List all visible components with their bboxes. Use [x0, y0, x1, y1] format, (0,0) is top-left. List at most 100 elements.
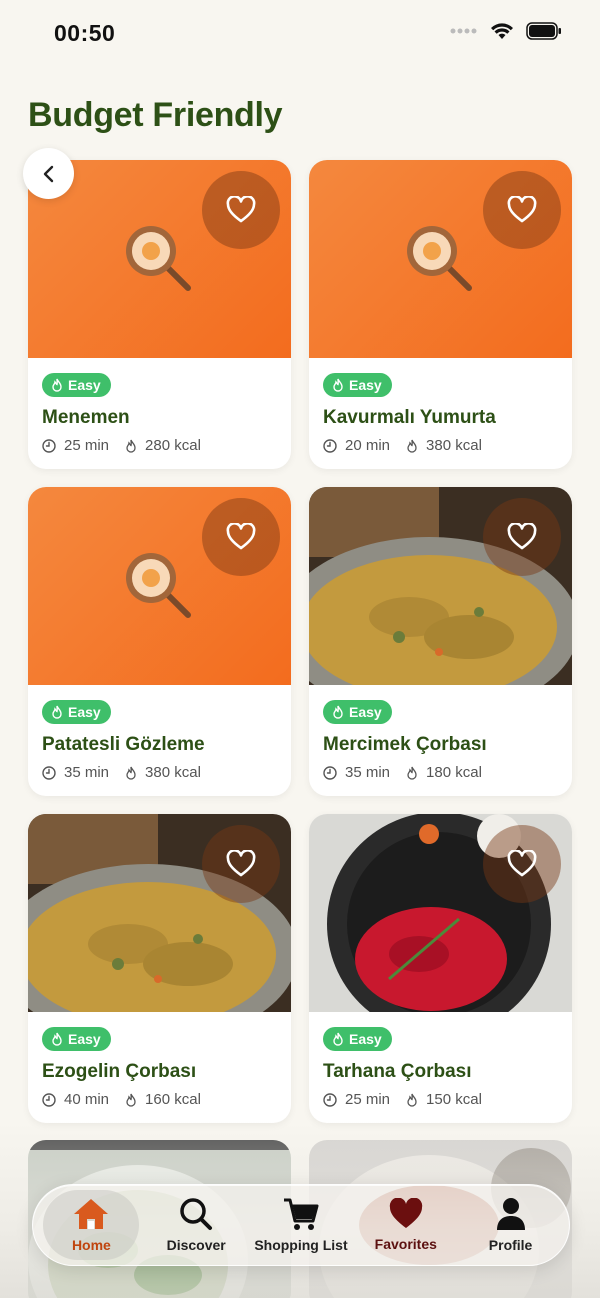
recipe-card[interactable]: Easy Tarhana Çorbası 25 min 150 kcal [309, 814, 572, 1123]
clock-icon [323, 765, 337, 780]
recipe-calories-text: 180 kcal [426, 764, 482, 781]
recipe-card[interactable]: Easy Ezogelin Çorbası 40 min 160 kcal [28, 814, 291, 1123]
recipe-time: 35 min [42, 764, 109, 781]
flame-icon [407, 439, 417, 453]
favorite-button[interactable] [202, 825, 280, 903]
flame-icon [407, 766, 417, 780]
recipe-time: 25 min [323, 1091, 390, 1108]
recipe-card[interactable]: Easy Mercimek Çorbası 35 min 180 kcal [309, 487, 572, 796]
difficulty-badge: Easy [323, 700, 392, 724]
recipe-calories: 380 kcal [406, 437, 482, 454]
search-icon [180, 1198, 213, 1230]
recipe-time: 20 min [323, 437, 390, 454]
clock-icon [323, 438, 337, 453]
heart-outline-icon [226, 850, 256, 877]
recipe-time: 40 min [42, 1091, 109, 1108]
heart-outline-icon [507, 523, 537, 550]
difficulty-label: Easy [349, 1031, 382, 1047]
recipe-time-text: 25 min [64, 437, 110, 454]
heart-icon [389, 1198, 422, 1228]
difficulty-label: Easy [68, 377, 101, 393]
recipe-card-body: Easy Mercimek Çorbası 35 min 180 kcal [309, 685, 572, 781]
status-time: 00:50 [54, 20, 116, 46]
back-button[interactable] [23, 148, 74, 199]
tab-bar: Home Discover Shopping List Favorites Profil… [32, 1184, 570, 1266]
difficulty-label: Easy [68, 1031, 101, 1047]
clock-icon [42, 765, 56, 780]
recipe-grid: Easy Menemen 25 min 280 kcal Easy Kavurm… [28, 160, 572, 1123]
recipe-card[interactable]: Easy Patatesli Gözleme 35 min 380 kcal [28, 487, 291, 796]
tab-shopping-list[interactable]: Shopping List [253, 1190, 349, 1260]
recipe-calories-text: 380 kcal [426, 437, 482, 454]
difficulty-badge: Easy [42, 1027, 111, 1051]
tab-label: Shopping List [254, 1237, 348, 1253]
recipe-time-text: 25 min [345, 1091, 391, 1108]
tab-favorites[interactable]: Favorites [358, 1190, 454, 1260]
flame-icon [407, 1093, 417, 1107]
person-icon [496, 1198, 525, 1230]
recipe-calories-text: 160 kcal [145, 1091, 201, 1108]
recipe-card-body: Easy Ezogelin Çorbası 40 min 160 kcal [28, 1012, 291, 1108]
recipe-card[interactable]: Easy Menemen 25 min 280 kcal [28, 160, 291, 469]
cart-icon [283, 1198, 319, 1230]
home-icon [74, 1199, 109, 1229]
recipe-meta: 35 min 180 kcal [323, 764, 558, 781]
recipe-calories: 280 kcal [125, 437, 201, 454]
clock-icon [42, 438, 56, 453]
recipe-card-body: Easy Kavurmalı Yumurta 20 min 380 kcal [309, 358, 572, 454]
difficulty-label: Easy [68, 704, 101, 720]
frying-pan-icon [407, 226, 472, 291]
recipe-calories-text: 280 kcal [145, 437, 201, 454]
recipe-title: Patatesli Gözleme [42, 734, 205, 755]
difficulty-badge: Easy [323, 1027, 392, 1051]
flame-icon [52, 705, 62, 719]
flame-icon [52, 378, 62, 392]
chevron-left-icon [43, 165, 53, 182]
recipe-meta: 35 min 380 kcal [42, 764, 277, 781]
recipe-meta: 25 min 280 kcal [42, 437, 277, 454]
status-bar: 00:50 [0, 0, 600, 68]
favorite-button[interactable] [202, 498, 280, 576]
clock-icon [42, 1092, 56, 1107]
frying-pan-icon [126, 226, 191, 291]
wifi-icon [491, 23, 513, 39]
recipe-time-text: 20 min [345, 437, 391, 454]
recipe-title: Menemen [42, 407, 130, 428]
flame-icon [333, 705, 343, 719]
recipe-time-text: 40 min [64, 1091, 110, 1108]
recipe-calories-text: 380 kcal [145, 764, 201, 781]
tab-profile[interactable]: Profile [463, 1190, 559, 1260]
flame-icon [333, 1032, 343, 1046]
favorite-button[interactable] [483, 825, 561, 903]
flame-icon [126, 766, 136, 780]
recipe-calories: 150 kcal [406, 1091, 482, 1108]
tab-home[interactable]: Home [43, 1190, 140, 1260]
flame-icon [333, 378, 343, 392]
recipe-meta: 20 min 380 kcal [323, 437, 558, 454]
recipe-time: 25 min [42, 437, 109, 454]
difficulty-label: Easy [349, 377, 382, 393]
difficulty-badge: Easy [42, 373, 111, 397]
tab-label: Discover [166, 1237, 226, 1253]
heart-outline-icon [226, 523, 256, 550]
recipe-time-text: 35 min [64, 764, 110, 781]
difficulty-badge: Easy [323, 373, 392, 397]
clock-icon [323, 1092, 337, 1107]
tab-discover[interactable]: Discover [148, 1190, 244, 1260]
heart-outline-icon [507, 850, 537, 877]
page-title: Budget Friendly [28, 96, 283, 134]
favorite-button[interactable] [483, 498, 561, 576]
recipe-card[interactable]: Easy Kavurmalı Yumurta 20 min 380 kcal [309, 160, 572, 469]
recipe-time-text: 35 min [345, 764, 391, 781]
favorite-button[interactable] [483, 171, 561, 249]
favorite-button[interactable] [202, 171, 280, 249]
flame-icon [126, 1093, 136, 1107]
recipe-card-body: Easy Tarhana Çorbası 25 min 150 kcal [309, 1012, 572, 1108]
difficulty-label: Easy [349, 704, 382, 720]
recipe-meta: 40 min 160 kcal [42, 1091, 277, 1108]
frying-pan-icon [126, 553, 191, 618]
recipe-title: Tarhana Çorbası [323, 1061, 472, 1082]
flame-icon [126, 439, 136, 453]
recipe-calories: 180 kcal [406, 764, 482, 781]
recipe-title: Kavurmalı Yumurta [323, 407, 496, 428]
